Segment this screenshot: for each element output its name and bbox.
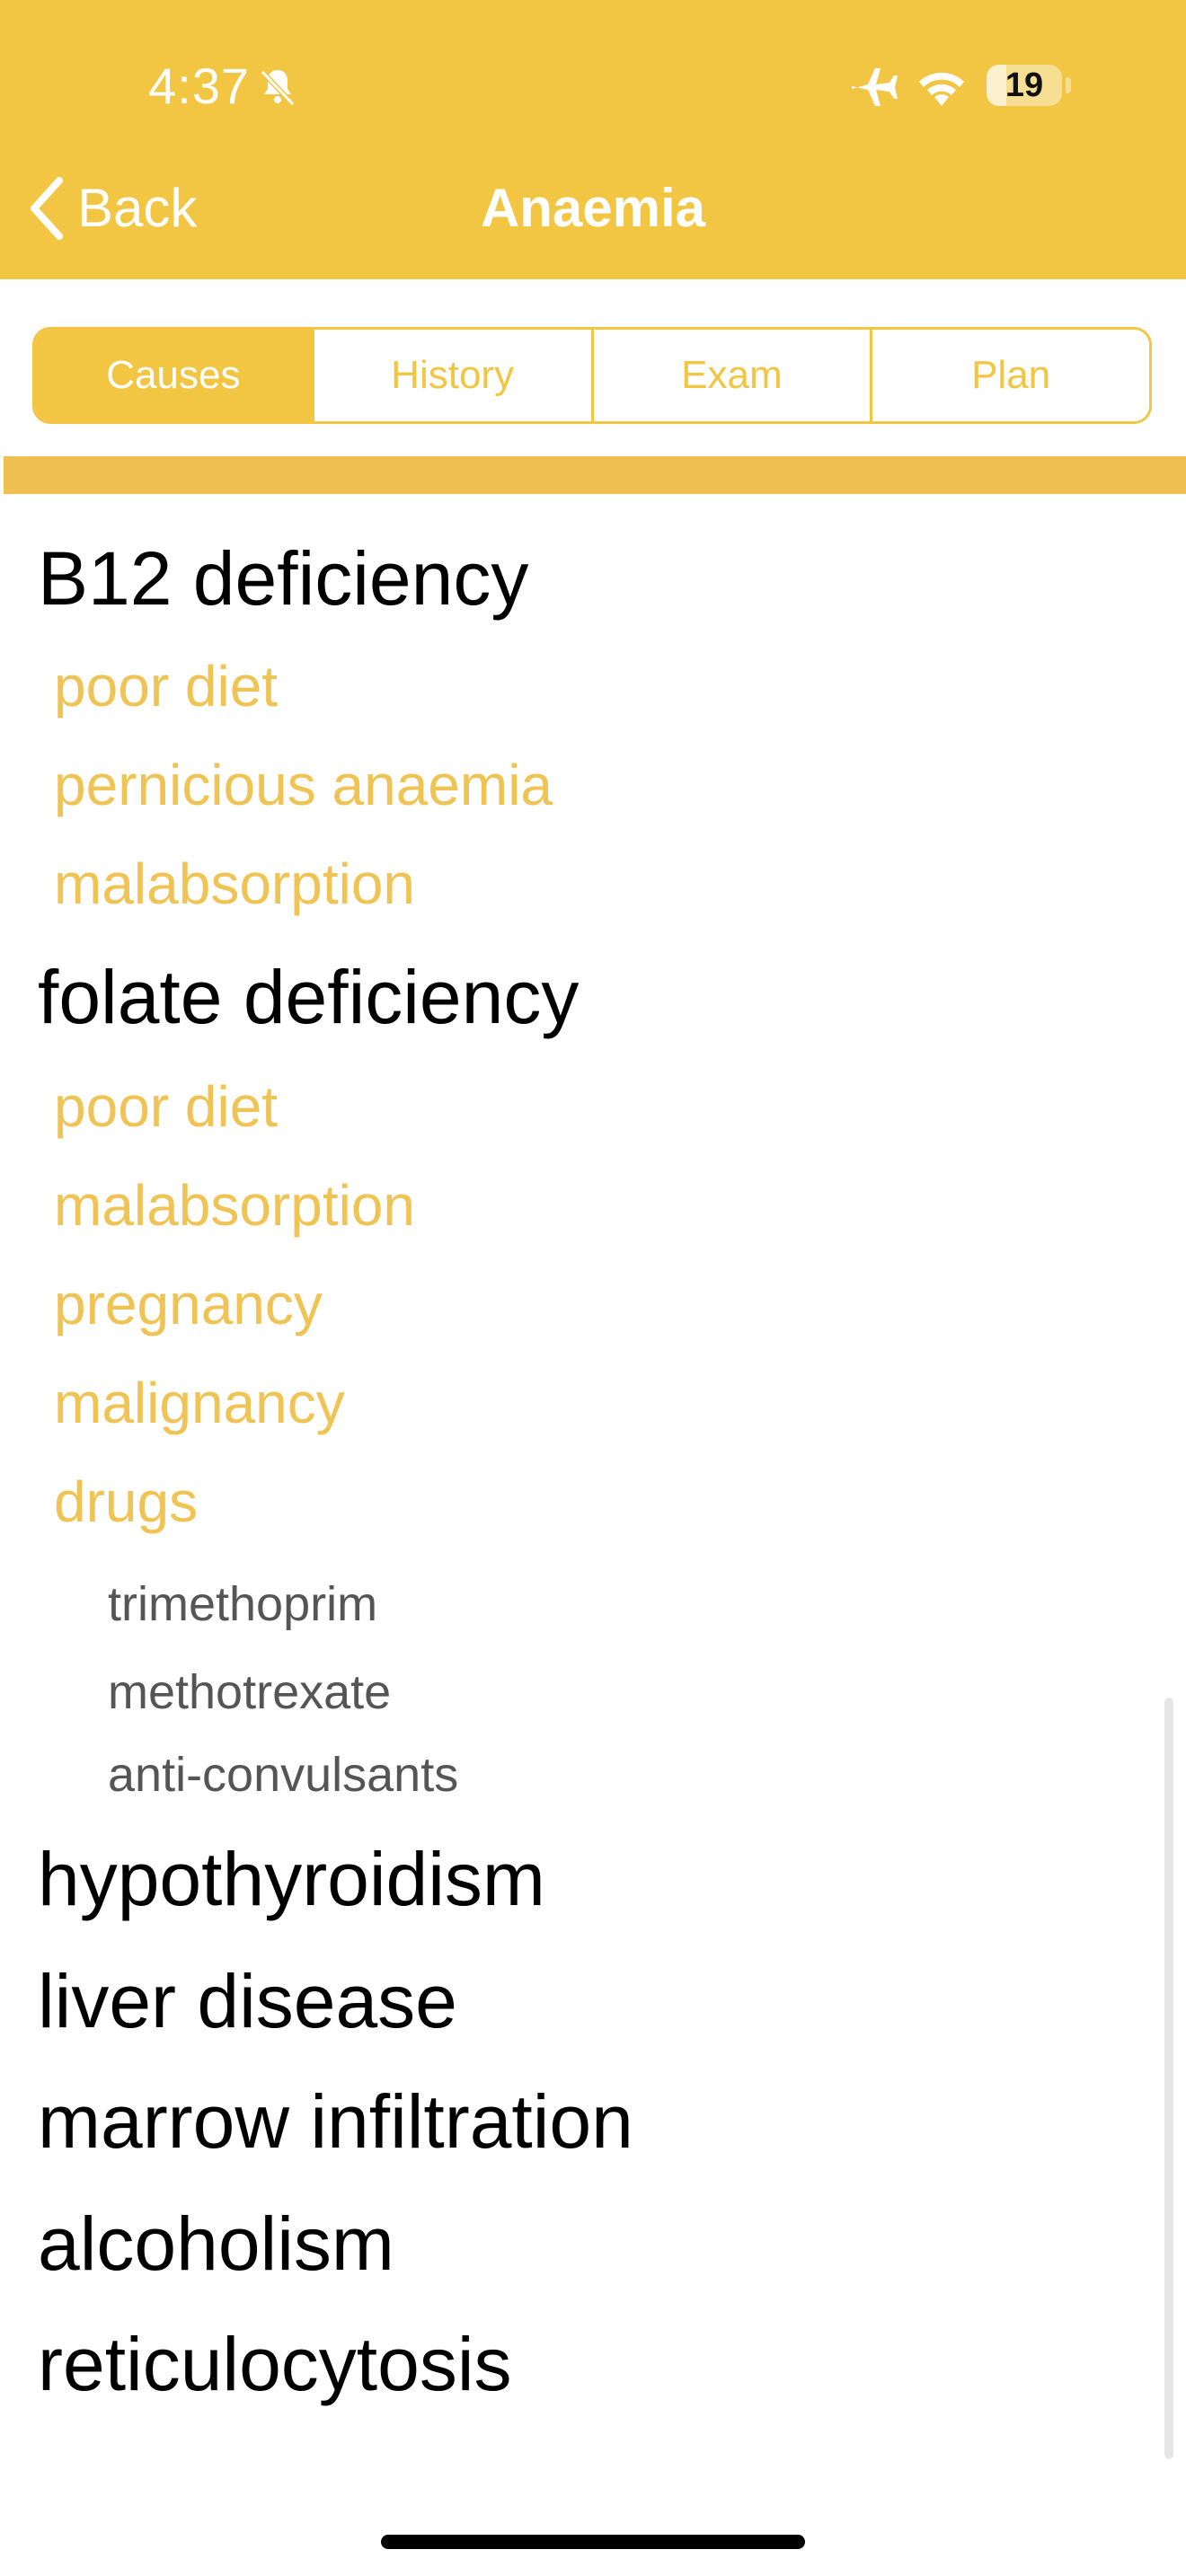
cause-heading: B12 deficiency <box>38 536 529 621</box>
cause-subitem: pernicious anaemia <box>54 753 553 817</box>
chevron-left-icon <box>31 177 63 240</box>
battery-nub <box>1066 77 1071 93</box>
drug-item: trimethoprim <box>108 1577 378 1631</box>
cause-heading: folate deficiency <box>38 955 580 1039</box>
cause-subitem: malabsorption <box>54 1173 415 1238</box>
navigation-header: 4:37 19 Back Anaemia <box>0 0 1186 279</box>
scrollbar[interactable] <box>1164 1698 1173 2459</box>
segmented-control: Causes History Exam Plan <box>32 327 1152 424</box>
cause-subitem: poor diet <box>54 1074 279 1139</box>
home-indicator[interactable] <box>381 2535 805 2549</box>
section-divider <box>4 456 1186 494</box>
tab-history[interactable]: History <box>311 330 591 421</box>
drug-item: methotrexate <box>108 1665 392 1719</box>
battery-percent: 19 <box>1005 66 1044 104</box>
tab-exam[interactable]: Exam <box>590 330 871 421</box>
cause-heading: reticulocytosis <box>38 2322 512 2406</box>
tab-causes[interactable]: Causes <box>35 330 312 421</box>
bell-slash-icon <box>260 69 296 107</box>
cause-subitem: malignancy <box>54 1371 345 1435</box>
battery-indicator: 19 <box>987 65 1062 106</box>
wifi-icon <box>919 72 964 106</box>
back-label: Back <box>77 178 198 238</box>
page-title: Anaemia <box>480 178 706 238</box>
back-button[interactable]: Back <box>25 171 197 246</box>
cause-heading: alcoholism <box>38 2201 394 2286</box>
cause-heading: marrow infiltration <box>38 2079 633 2164</box>
cause-heading: liver disease <box>38 1959 457 2043</box>
airplane-icon <box>852 68 898 106</box>
cause-heading: hypothyroidism <box>38 1837 545 1921</box>
status-time: 4:37 <box>148 57 250 114</box>
cause-subitem: drugs <box>54 1469 199 1534</box>
cause-subitem: poor diet <box>54 654 279 719</box>
drug-item: anti-convulsants <box>108 1748 459 1802</box>
cause-subitem: pregnancy <box>54 1272 323 1337</box>
cause-subitem: malabsorption <box>54 851 415 916</box>
tab-plan[interactable]: Plan <box>870 330 1149 421</box>
